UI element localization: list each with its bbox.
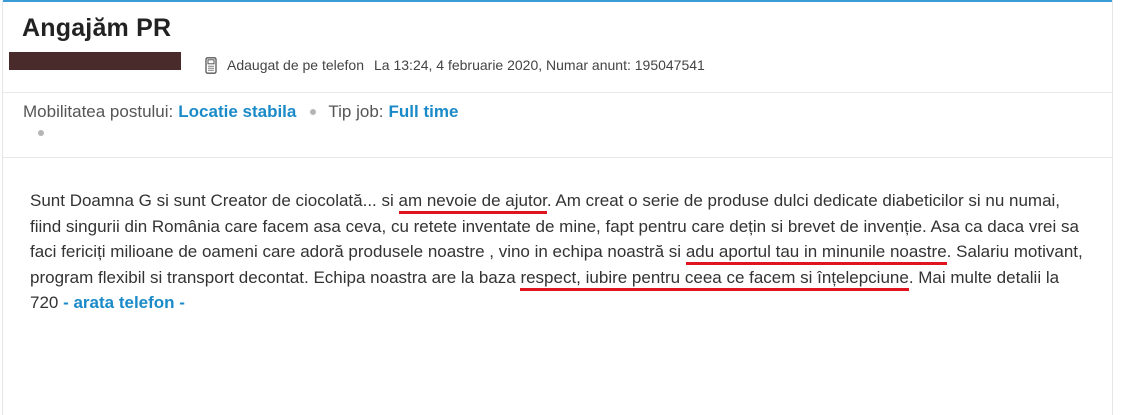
separator-dot [38, 130, 44, 136]
ad-description: Sunt Doamna G si sunt Creator de ciocola… [30, 188, 1090, 316]
show-phone-link[interactable]: - arata telefon - [63, 293, 185, 312]
top-accent-bar [3, 0, 1112, 2]
divider [3, 92, 1112, 93]
separator-dot [310, 109, 317, 115]
ad-card: Angajăm PR Adaugat de pe telefon La 13:2… [2, 0, 1113, 415]
job-details: Mobilitatea postului: Locatie stabila Ti… [23, 102, 458, 122]
ad-posted-info: La 13:24, 4 februarie 2020, Numar anunt:… [374, 57, 705, 73]
highlighted-phrase: am nevoie de ajutor [398, 191, 547, 214]
highlighted-phrase: respect, iubire pentru ceea ce facem si … [520, 267, 909, 291]
ad-source: Adaugat de pe telefon [227, 57, 365, 73]
job-type-value-link[interactable]: Full time [389, 102, 459, 122]
page-title: Angajăm PR [22, 14, 172, 42]
mobility-label: Mobilitatea postului: [23, 102, 174, 121]
redacted-author-block [9, 52, 181, 70]
mobility-value-link[interactable]: Locatie stabila [178, 102, 296, 122]
highlighted-phrase: adu aportul tau in minunile noastre [685, 242, 947, 265]
job-type-label: Tip job: [328, 102, 384, 121]
divider [3, 157, 1112, 158]
description-text: Sunt Doamna G si sunt Creator de ciocola… [30, 191, 399, 210]
phone-icon [205, 56, 217, 74]
ad-meta: Adaugat de pe telefon La 13:24, 4 februa… [205, 55, 705, 75]
